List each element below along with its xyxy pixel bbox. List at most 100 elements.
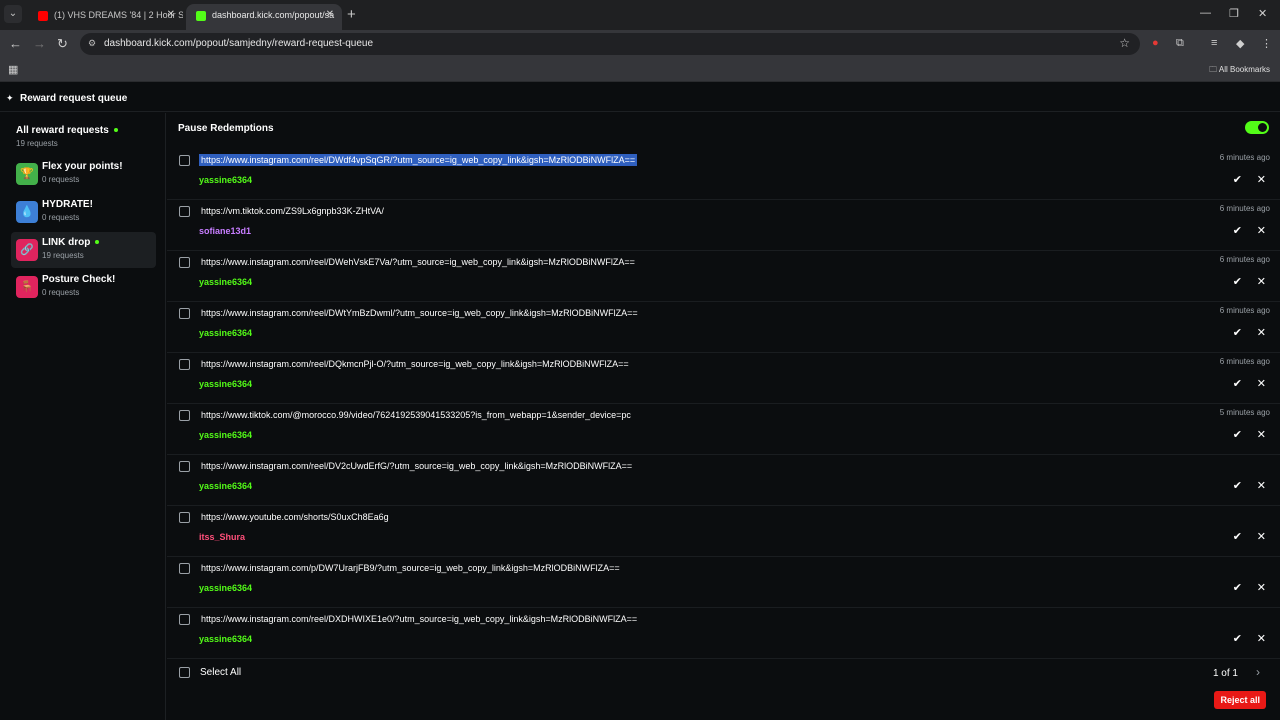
request-time: 6 minutes ago <box>1219 357 1270 366</box>
accept-check-icon[interactable]: ✔ <box>1233 581 1242 594</box>
url-text[interactable]: dashboard.kick.com/popout/samjedny/rewar… <box>104 38 373 49</box>
select-all-label: Select All <box>200 667 242 678</box>
request-link[interactable]: https://vm.tiktok.com/ZS9Lx6gnpb33K-ZHtV… <box>199 205 386 217</box>
request-checkbox[interactable] <box>179 461 190 472</box>
minimize-icon[interactable]: — <box>1200 7 1211 19</box>
accept-check-icon[interactable]: ✔ <box>1233 173 1242 186</box>
request-checkbox[interactable] <box>179 206 190 217</box>
sidebar-item-label: All reward requests <box>16 125 109 136</box>
sidebar-item-all-rewards[interactable]: All reward requests 19 requests <box>16 125 118 148</box>
reject-x-icon[interactable]: ✕ <box>1257 224 1266 237</box>
trophy-icon: 🏆 <box>16 163 38 185</box>
request-link[interactable]: https://www.instagram.com/p/DW7UrarjFB9/… <box>199 562 622 574</box>
sidebar-item-hydrate[interactable]: 💧 HYDRATE! 0 requests <box>11 194 156 230</box>
close-tab-icon[interactable]: ✕ <box>167 4 175 26</box>
apps-grid-icon[interactable]: ▦ <box>8 63 18 76</box>
restore-icon[interactable]: ❐ <box>1229 7 1239 20</box>
reward-icon: ✦ <box>6 93 14 103</box>
sidebar-item-label: LINK drop <box>42 237 91 248</box>
tab-search-icon[interactable]: ⌄ <box>4 5 22 23</box>
request-link[interactable]: https://www.instagram.com/reel/DWdf4vpSq… <box>199 154 638 166</box>
request-username[interactable]: yassine6364 <box>199 379 252 389</box>
reject-x-icon[interactable]: ✕ <box>1257 479 1266 492</box>
reject-x-icon[interactable]: ✕ <box>1257 530 1266 543</box>
accept-check-icon[interactable]: ✔ <box>1233 632 1242 645</box>
request-link[interactable]: https://www.instagram.com/reel/DWtYmBzDw… <box>199 307 640 319</box>
accept-check-icon[interactable]: ✔ <box>1233 377 1242 390</box>
tab-kick-dashboard[interactable]: dashboard.kick.com/popout/sa ✕ <box>186 4 342 30</box>
all-bookmarks[interactable]: 🗀 All Bookmarks <box>1209 64 1270 78</box>
new-tab-icon[interactable]: + <box>347 6 356 23</box>
request-checkbox[interactable] <box>179 308 190 319</box>
extension-icon[interactable]: ● <box>1152 37 1159 49</box>
request-checkbox[interactable] <box>179 614 190 625</box>
request-username[interactable]: yassine6364 <box>199 277 252 287</box>
accept-check-icon[interactable]: ✔ <box>1233 326 1242 339</box>
request-checkbox[interactable] <box>179 155 190 166</box>
request-username[interactable]: yassine6364 <box>199 328 252 338</box>
request-username[interactable]: sofiane13d1 <box>199 226 251 236</box>
reject-all-button[interactable]: Reject all <box>1214 691 1266 709</box>
reject-x-icon[interactable]: ✕ <box>1257 326 1266 339</box>
forward-icon[interactable]: → <box>33 36 46 51</box>
pause-redemptions-label: Pause Redemptions <box>178 123 274 134</box>
request-link[interactable]: https://www.instagram.com/reel/DWehVskE7… <box>199 256 637 268</box>
pause-redemptions-toggle[interactable] <box>1245 121 1269 134</box>
reject-x-icon[interactable]: ✕ <box>1257 377 1266 390</box>
bookmark-star-icon[interactable]: ☆ <box>1119 36 1130 50</box>
request-checkbox[interactable] <box>179 359 190 370</box>
profile-icon[interactable]: ◆ <box>1236 37 1244 50</box>
reject-x-icon[interactable]: ✕ <box>1257 581 1266 594</box>
request-checkbox[interactable] <box>179 512 190 523</box>
request-time: 5 minutes ago <box>1219 408 1270 417</box>
sidebar-item-posture[interactable]: 🪑 Posture Check! 0 requests <box>11 269 156 305</box>
media-icon[interactable]: ≡ <box>1211 37 1217 49</box>
accept-check-icon[interactable]: ✔ <box>1233 428 1242 441</box>
window-close-icon[interactable]: ✕ <box>1258 7 1267 20</box>
request-checkbox[interactable] <box>179 410 190 421</box>
accept-check-icon[interactable]: ✔ <box>1233 479 1242 492</box>
request-username[interactable]: yassine6364 <box>199 481 252 491</box>
request-time: 6 minutes ago <box>1219 204 1270 213</box>
reject-x-icon[interactable]: ✕ <box>1257 428 1266 441</box>
reject-x-icon[interactable]: ✕ <box>1257 173 1266 186</box>
request-username[interactable]: yassine6364 <box>199 430 252 440</box>
request-link[interactable]: https://www.instagram.com/reel/DQkmcnPjl… <box>199 358 631 370</box>
water-icon: 💧 <box>16 201 38 223</box>
accept-check-icon[interactable]: ✔ <box>1233 530 1242 543</box>
reject-x-icon[interactable]: ✕ <box>1257 632 1266 645</box>
active-dot-icon <box>113 128 118 133</box>
accept-check-icon[interactable]: ✔ <box>1233 224 1242 237</box>
select-all-checkbox[interactable] <box>179 667 190 678</box>
address-bar[interactable]: ⚙ dashboard.kick.com/popout/samjedny/rew… <box>80 33 1140 55</box>
link-icon: 🔗 <box>16 239 38 261</box>
request-username[interactable]: itss_Shura <box>199 532 245 542</box>
close-tab-icon[interactable]: ✕ <box>326 4 334 26</box>
request-username[interactable]: yassine6364 <box>199 583 252 593</box>
request-username[interactable]: yassine6364 <box>199 175 252 185</box>
next-page-icon[interactable]: › <box>1256 665 1260 679</box>
request-checkbox[interactable] <box>179 257 190 268</box>
request-link[interactable]: https://www.instagram.com/reel/DXDHWIXE1… <box>199 613 639 625</box>
sidebar-item-flex[interactable]: 🏆 Flex your points! 0 requests <box>11 156 156 192</box>
extensions-puzzle-icon[interactable]: ⧉ <box>1176 37 1184 50</box>
menu-icon[interactable]: ⋮ <box>1261 37 1272 50</box>
reload-icon[interactable]: ↻ <box>57 36 68 52</box>
tab-youtube[interactable]: (1) VHS DREAMS '84 | 2 Hour Sy ✕ <box>28 4 183 30</box>
tab-title: (1) VHS DREAMS '84 | 2 Hour Sy <box>54 10 183 20</box>
sidebar-item-link-drop[interactable]: 🔗 LINK drop 19 requests <box>11 232 156 268</box>
request-row: https://www.instagram.com/reel/DQkmcnPjl… <box>167 353 1280 404</box>
request-row: https://vm.tiktok.com/ZS9Lx6gnpb33K-ZHtV… <box>167 200 1280 251</box>
request-link[interactable]: https://www.youtube.com/shorts/S0uxCh8Ea… <box>199 511 391 523</box>
request-link[interactable]: https://www.tiktok.com/@morocco.99/video… <box>199 409 633 421</box>
request-checkbox[interactable] <box>179 563 190 574</box>
request-username[interactable]: yassine6364 <box>199 634 252 644</box>
accept-check-icon[interactable]: ✔ <box>1233 275 1242 288</box>
request-row: https://www.instagram.com/reel/DWehVskE7… <box>167 251 1280 302</box>
posture-icon: 🪑 <box>16 276 38 298</box>
site-info-icon[interactable]: ⚙ <box>88 38 96 49</box>
request-link[interactable]: https://www.instagram.com/reel/DV2cUwdEr… <box>199 460 634 472</box>
page-header: ✦ Reward request queue <box>0 86 1280 112</box>
reject-x-icon[interactable]: ✕ <box>1257 275 1266 288</box>
back-icon[interactable]: ← <box>9 36 22 51</box>
